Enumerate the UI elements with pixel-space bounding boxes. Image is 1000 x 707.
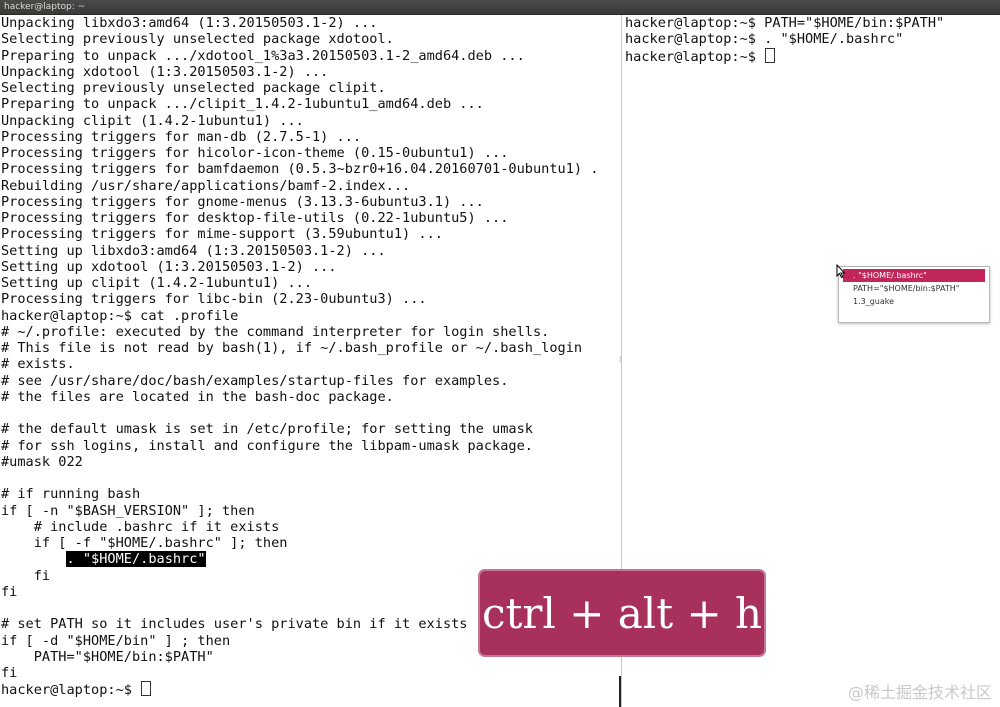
terminal-output-line: Setting up clipit (1.4.2-1ubuntu1) ... xyxy=(1,275,312,291)
terminal-output-line: # ~/.profile: executed by the command in… xyxy=(1,323,550,340)
terminal-output-line: Processing triggers for man-db (2.7.5-1)… xyxy=(1,128,362,145)
terminal-output-line: Selecting previously unselected package … xyxy=(1,80,386,96)
right-terminal-prompt-line[interactable]: hacker@laptop:~$ xyxy=(624,47,1000,65)
left-terminal-prompt: hacker@laptop:~$ xyxy=(1,682,141,699)
clipboard-item[interactable]: . "$HOME/.bashrc" xyxy=(843,269,985,282)
right-terminal-prompt: hacker@laptop:~$ xyxy=(625,48,765,65)
terminal-output-line: fi xyxy=(1,665,18,681)
terminal-output-line: Setting up libxdo3:amd64 (1:3.20150503.1… xyxy=(1,242,386,259)
window-titlebar[interactable]: hacker@laptop: ~ xyxy=(0,0,1000,15)
keystroke-overlay: ctrl + alt + h xyxy=(478,569,766,657)
terminal-output-line: Processing triggers for bamfdaemon (0.5.… xyxy=(1,161,599,178)
mouse-pointer-icon xyxy=(836,264,846,278)
pane-divider-marker xyxy=(619,676,621,707)
terminal-output-line: if [ -n "$BASH_VERSION" ]; then xyxy=(1,502,255,519)
terminal-output-line: if [ -f "$HOME/.bashrc" ]; then xyxy=(1,535,288,551)
terminal-output-line: hacker@laptop:~$ PATH="$HOME/bin:$PATH" xyxy=(625,15,945,31)
window-title: hacker@laptop: ~ xyxy=(4,2,86,12)
terminal-output-line: Unpacking libxdo3:amd64 (1:3.20150503.1-… xyxy=(1,15,378,31)
terminal-output-line: # the default umask is set in /etc/profi… xyxy=(1,421,533,438)
terminal-output-line: Selecting previously unselected package … xyxy=(1,31,394,48)
terminal-output-line: # if running bash xyxy=(1,486,141,503)
terminal-output-line: Processing triggers for desktop-file-uti… xyxy=(1,210,509,226)
terminal-output-line: hacker@laptop:~$ . "$HOME/.bashrc" xyxy=(625,31,904,48)
keystroke-text: ctrl + alt + h xyxy=(481,588,763,638)
terminal-output-line: # include .bashrc if it exists xyxy=(1,518,280,535)
terminal-output-line: Preparing to unpack .../clipit_1.4.2-1ub… xyxy=(1,96,484,113)
terminal-output-line: hacker@laptop:~$ cat .profile xyxy=(1,307,239,324)
terminal-output-line: Unpacking xdotool (1:3.20150503.1-2) ... xyxy=(1,63,329,80)
terminal-output-line: Setting up xdotool (1:3.20150503.1-2) ..… xyxy=(1,258,337,275)
terminal-output-line: Preparing to unpack .../xdotool_1%3a3.20… xyxy=(1,47,525,64)
terminal-output-line: Rebuilding /usr/share/applications/bamf-… xyxy=(1,177,411,194)
selected-text[interactable]: . "$HOME/.bashrc" xyxy=(66,551,206,568)
left-terminal-selected-line: . "$HOME/.bashrc" xyxy=(0,551,620,568)
terminal-output-line: # see /usr/share/doc/bash/examples/start… xyxy=(1,372,509,389)
left-terminal-prompt-line[interactable]: hacker@laptop:~$ xyxy=(0,681,620,699)
clipboard-history-popup[interactable]: . "$HOME/.bashrc" PATH="$HOME/bin:$PATH"… xyxy=(838,266,990,323)
terminal-output-line: # exists. xyxy=(1,356,75,373)
selected-line-indent xyxy=(1,551,66,567)
watermark: @稀土掘金技术社区 xyxy=(847,683,992,702)
terminal-output-line: Processing triggers for mime-support (3.… xyxy=(1,226,443,243)
terminal-output-line: # the files are located in the bash-doc … xyxy=(1,388,394,405)
right-terminal-cursor xyxy=(765,47,776,63)
terminal-window: hacker@laptop: ~ Unpacking libxdo3:amd64… xyxy=(0,0,1000,707)
right-terminal-output: hacker@laptop:~$ PATH="$HOME/bin:$PATH" h… xyxy=(624,15,1000,48)
terminal-output-line: Processing triggers for hicolor-icon-the… xyxy=(1,145,509,161)
left-terminal-output: Unpacking libxdo3:amd64 (1:3.20150503.1-… xyxy=(0,15,620,551)
terminal-output-line: # for ssh logins, install and configure … xyxy=(1,437,533,454)
terminal-output-line: #umask 022 xyxy=(1,453,83,470)
terminal-output-line: Processing triggers for gnome-menus (3.1… xyxy=(1,193,484,210)
clipboard-item[interactable]: 1.3_guake xyxy=(839,295,989,308)
terminal-output-line: Unpacking clipit (1.4.2-1ubuntu1) ... xyxy=(1,112,304,129)
left-terminal-cursor xyxy=(141,681,152,697)
terminal-output-line: # This file is not read by bash(1), if ~… xyxy=(1,340,583,356)
terminal-output-line: Processing triggers for libc-bin (2.23-0… xyxy=(1,291,427,308)
clipboard-item[interactable]: PATH="$HOME/bin:$PATH" xyxy=(839,282,989,295)
